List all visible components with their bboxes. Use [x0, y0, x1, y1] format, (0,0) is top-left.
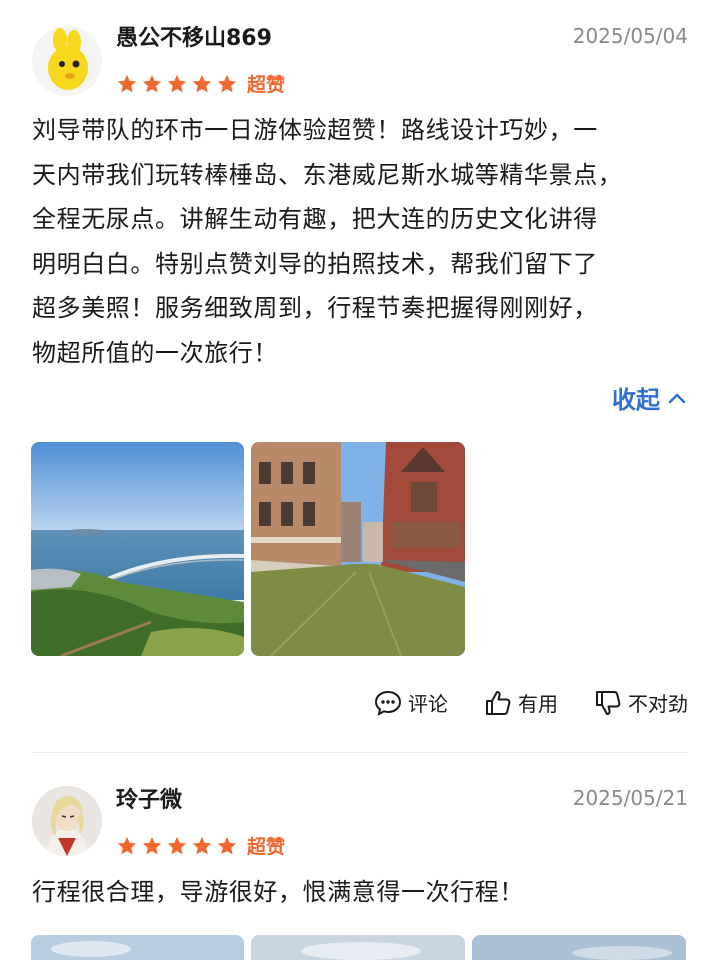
review-text: 行程很合理，导游很好，恨满意得一次行程！ [32, 878, 524, 906]
star-icon [117, 74, 137, 92]
star-icon [142, 74, 162, 92]
username[interactable]: 玲子微 [116, 782, 182, 814]
review-card: 愚公不移山869 2025/05/04 超赞 刘导带队的环市一日游体验超赞！路线… [0, 0, 720, 760]
review-photo[interactable] [31, 442, 244, 656]
useful-button[interactable]: 有用 [484, 688, 558, 717]
thumbs-down-icon [596, 690, 621, 715]
coastal-bridge-photo-icon [31, 442, 244, 656]
star-rating: 超赞 [116, 70, 285, 97]
review-text-line: 全程无尿点。讲解生动有趣，把大连的历史文化讲得 [32, 205, 598, 233]
review-date: 2025/05/21 [572, 786, 688, 810]
user-avatar[interactable] [32, 26, 102, 96]
collapse-label: 收起 [612, 386, 660, 414]
review-text-line: 超多美照！服务细致周到，行程节奏把握得刚刚好， [32, 294, 598, 322]
star-icon [217, 836, 237, 854]
rating-label: 超赞 [247, 74, 286, 96]
comment-icon [374, 690, 402, 716]
sky-photo-icon [31, 935, 244, 960]
review-text-line: 刘导带队的环市一日游体验超赞！路线设计巧妙，一 [32, 116, 598, 144]
review-photo[interactable] [31, 935, 244, 960]
review-text-line: 明明白白。特别点赞刘导的拍照技术，帮我们留下了 [32, 249, 598, 278]
anime-character-avatar-icon [32, 786, 102, 856]
star-icon [192, 836, 212, 854]
username[interactable]: 愚公不移山869 [116, 20, 272, 52]
review-text: 刘导带队的环市一日游体验超赞！路线设计巧妙，一 天内带我们玩转棒棰岛、东港威尼斯… [32, 108, 692, 375]
divider [32, 752, 688, 753]
venice-canal-town-photo-icon [251, 442, 465, 656]
star-icon [167, 74, 187, 92]
comment-label: 评论 [408, 692, 448, 716]
review-photo[interactable] [472, 935, 686, 960]
star-icon [167, 836, 187, 854]
star-rating: 超赞 [116, 832, 285, 859]
review-date: 2025/05/04 [572, 24, 688, 48]
sky-photo-icon [472, 935, 686, 960]
star-icon [117, 836, 137, 854]
useful-label: 有用 [518, 692, 558, 716]
user-avatar[interactable] [32, 786, 102, 856]
rating-label: 超赞 [247, 836, 286, 858]
review-text-line: 物超所值的一次旅行！ [32, 338, 278, 367]
star-icon [192, 74, 212, 92]
review-photo[interactable] [251, 935, 465, 960]
sky-photo-icon [251, 935, 465, 960]
not-right-button[interactable]: 不对劲 [594, 688, 688, 717]
star-icon [142, 836, 162, 854]
review-photo[interactable] [251, 442, 465, 656]
not-right-label: 不对劲 [628, 692, 688, 716]
review-text-line: 天内带我们玩转棒棰岛、东港威尼斯水城等精华景点， [32, 160, 623, 189]
chevron-up-icon [668, 393, 686, 403]
comment-button[interactable]: 评论 [374, 688, 448, 717]
review-actions: 评论 有用 不对劲 [338, 688, 688, 717]
yellow-cartoon-avatar-icon [32, 26, 102, 96]
collapse-button[interactable]: 收起 [612, 380, 686, 415]
star-icon [217, 74, 237, 92]
review-card: 玲子微 2025/05/21 超赞 行程很合理，导游很好，恨满意得一次行程！ [0, 760, 720, 960]
thumbs-up-icon [486, 690, 511, 715]
